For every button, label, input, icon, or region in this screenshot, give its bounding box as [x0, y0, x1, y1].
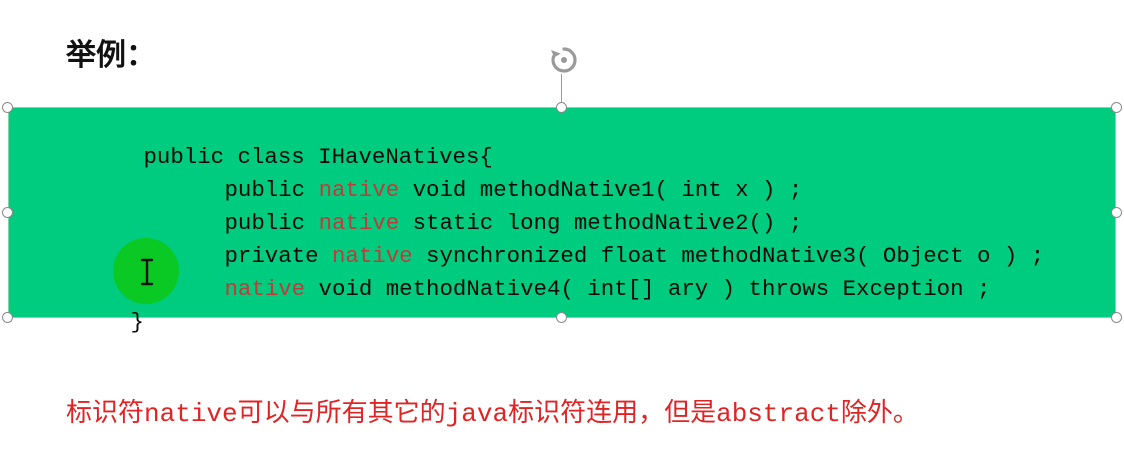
note-code-term: abstract: [716, 399, 841, 429]
code-text: void methodNative4( int[] ary ) throws E…: [305, 276, 991, 302]
text-cursor-ibeam-icon: [140, 258, 154, 286]
resize-handle-middle-right[interactable]: [1111, 207, 1122, 218]
resize-handle-bottom-center[interactable]: [556, 312, 567, 323]
resize-handle-top-center[interactable]: [556, 102, 567, 113]
note-part: 标识符: [66, 398, 145, 428]
code-line-4: private native synchronized float method…: [117, 217, 1045, 269]
code-line-2: public native void methodNative1( int x …: [117, 151, 803, 203]
code-line-3: public native static long methodNative2(…: [117, 184, 803, 236]
note-code-term: native: [144, 399, 238, 429]
code-line-1: public class IHaveNatives{: [36, 118, 493, 170]
resize-handle-top-left[interactable]: [2, 102, 13, 113]
note-part: 可以与所有其它的: [237, 398, 446, 428]
note-text: 标识符native可以与所有其它的java标识符连用，但是abstract除外。: [66, 392, 919, 429]
resize-handle-top-right[interactable]: [1111, 102, 1122, 113]
resize-handle-bottom-right[interactable]: [1111, 312, 1122, 323]
code-text: }: [130, 309, 144, 335]
code-line-5: native void methodNative4( int[] ary ) t…: [117, 250, 991, 302]
resize-handle-bottom-left[interactable]: [2, 312, 13, 323]
note-part: 除外。: [840, 398, 919, 428]
slide-heading: 举例：: [66, 38, 156, 73]
note-part: 标识符连用，但是: [508, 398, 717, 428]
note-code-term: java: [445, 399, 509, 429]
rotate-handle-icon[interactable]: [548, 44, 580, 76]
code-block[interactable]: public class IHaveNatives{ public native…: [9, 108, 1045, 335]
resize-handle-middle-left[interactable]: [2, 207, 13, 218]
native-keyword: native: [224, 276, 306, 302]
